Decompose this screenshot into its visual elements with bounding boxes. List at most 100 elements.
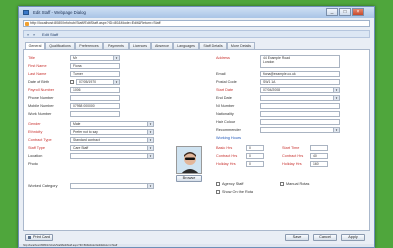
holiday-hrs-2-input[interactable]: 160 (310, 161, 328, 167)
email-input[interactable]: fiona@example.co.uk (260, 71, 340, 77)
app-icon (23, 10, 29, 15)
forward-icon[interactable]: » (33, 32, 35, 37)
dob-select[interactable]: 07/05/1970 ▾ (76, 79, 120, 85)
tab-licences[interactable]: Licences (129, 42, 151, 49)
dialog-window: Edit Staff - Webpage Dialog _ □ × http:/… (18, 6, 375, 248)
back-icon[interactable]: « (27, 32, 29, 37)
chevron-down-icon: ▾ (147, 184, 153, 188)
calendar-icon: ▾ (333, 96, 339, 100)
nationality-input[interactable] (260, 111, 340, 117)
title-bar: Edit Staff - Webpage Dialog _ □ × (19, 7, 374, 18)
contract-hrs-2-label: Contract Hrs (282, 154, 304, 158)
basic-hrs-input[interactable]: 0 (246, 145, 264, 151)
apply-button[interactable]: Apply (341, 234, 365, 241)
start-date-select[interactable]: 07/04/2008 ▾ (260, 87, 340, 93)
staff-type-value: Care Staff (73, 146, 89, 150)
contract-hrs-2-input[interactable]: 40 (310, 153, 328, 159)
dob-label: Date of Birth (28, 80, 50, 84)
tab-qualifications[interactable]: Qualifications (45, 42, 75, 49)
end-date-label: End Date (216, 96, 232, 100)
payroll-label: Payroll Number (28, 88, 55, 92)
holiday-hrs-input[interactable]: 0 (246, 161, 264, 167)
chevron-down-icon: ▾ (147, 122, 153, 126)
end-date-select[interactable]: ▾ (260, 95, 340, 101)
start-time-label: Start Time (282, 146, 300, 150)
close-button[interactable]: × (352, 8, 364, 16)
status-bar: http://localhost:8080/Infohub/Staff/Edit… (19, 244, 374, 247)
ni-number-input[interactable] (260, 103, 340, 109)
address-bar[interactable]: http://localhost:8080/Infohub/Staff/Edit… (23, 20, 370, 27)
ethnicity-label: Ethnicity (28, 130, 43, 134)
staff-type-select[interactable]: Care Staff ▾ (70, 145, 154, 151)
calendar-icon: ▾ (113, 80, 119, 84)
tab-preferences[interactable]: Preferences (75, 42, 103, 49)
work-number-input[interactable] (70, 111, 120, 117)
work-number-label: Work Number (28, 112, 52, 116)
maximize-button[interactable]: □ (339, 8, 351, 16)
gender-select[interactable]: Male ▾ (70, 121, 154, 127)
tab-more-details[interactable]: More Details (227, 42, 255, 49)
mobile-input[interactable]: 07958 000000 (70, 103, 120, 109)
browse-button[interactable]: Browse (176, 175, 202, 182)
button-bar: Print Card Save Cancel Apply (23, 233, 370, 243)
agency-staff-checkbox[interactable] (216, 182, 220, 186)
location-select[interactable]: ▾ (70, 153, 154, 159)
first-name-label: First Name (28, 64, 47, 68)
holiday-hrs-2-label: Holiday Hrs (282, 162, 302, 166)
nav-bar: « » Edit Staff (23, 30, 370, 38)
working-hours-heading: Working Hours (216, 136, 242, 140)
phone-input[interactable] (70, 95, 120, 101)
postal-code-label: Postal Code (216, 80, 237, 84)
print-card-button[interactable]: Print Card (25, 234, 53, 241)
ethnicity-select[interactable]: Prefer not to say ▾ (70, 129, 154, 135)
tab-absence[interactable]: Absence (151, 42, 173, 49)
start-time-input[interactable] (310, 145, 328, 151)
tab-strip: General Qualifications Preferences Payme… (23, 42, 370, 50)
print-card-label: Print Card (32, 235, 51, 239)
address-text: http://localhost:8080/Infohub/Staff/Edit… (30, 21, 161, 25)
contract-hrs-input[interactable]: 0 (246, 153, 264, 159)
contract-hrs-label: Contract Hrs (216, 154, 238, 158)
dob-checkbox[interactable] (70, 80, 74, 84)
nationality-label: Nationality (216, 112, 234, 116)
nav-location[interactable]: Edit Staff (42, 32, 58, 37)
hair-colour-input[interactable] (260, 119, 340, 125)
staff-photo (176, 146, 202, 174)
tab-languages[interactable]: Languages (173, 42, 199, 49)
show-on-rota-label: Show On the Rota (222, 190, 254, 194)
basic-hrs-label: Basic Hrs (216, 146, 233, 150)
title-select[interactable]: Mr ▾ (70, 55, 120, 61)
address-label: Address (216, 56, 230, 60)
show-on-rota-checkbox[interactable] (216, 190, 220, 194)
cancel-button[interactable]: Cancel (313, 234, 337, 241)
payroll-input[interactable]: 1006 (70, 87, 120, 93)
calendar-icon: ▾ (333, 88, 339, 92)
gender-label: Gender (28, 122, 41, 126)
minimize-button[interactable]: _ (326, 8, 338, 16)
start-date-label: Start Date (216, 88, 234, 92)
chevron-down-icon: ▾ (147, 154, 153, 158)
first-name-input[interactable]: Fiona (70, 63, 120, 69)
last-name-input[interactable]: Turner (70, 71, 120, 77)
last-name-label: Last Name (28, 72, 47, 76)
start-date-value: 07/04/2008 (263, 88, 280, 92)
postal-code-input[interactable]: SW1 1A (260, 79, 340, 85)
ethnicity-value: Prefer not to say (73, 130, 98, 134)
agency-staff-label: Agency Staff (222, 182, 244, 186)
recommender-select[interactable]: ▾ (260, 127, 340, 133)
tab-payments[interactable]: Payments (103, 42, 129, 49)
window-title: Edit Staff - Webpage Dialog (33, 10, 86, 15)
manual-rotas-checkbox[interactable] (280, 182, 284, 186)
email-label: Email (216, 72, 226, 76)
phone-label: Phone Number (28, 96, 54, 100)
holiday-hrs-label: Holiday Hrs (216, 162, 236, 166)
save-button[interactable]: Save (285, 234, 309, 241)
hair-colour-label: Hair Colour (216, 120, 236, 124)
contract-type-select[interactable]: Standard contract ▾ (70, 137, 154, 143)
staff-type-label: Staff Type (28, 146, 45, 150)
dob-value: 07/05/1970 (79, 80, 96, 84)
tab-staff-details[interactable]: Staff Details (199, 42, 227, 49)
address-textarea[interactable]: 44 Example Road London (260, 55, 340, 68)
worked-category-select[interactable]: ▾ (70, 183, 154, 189)
mobile-label: Mobile Number (28, 104, 54, 108)
